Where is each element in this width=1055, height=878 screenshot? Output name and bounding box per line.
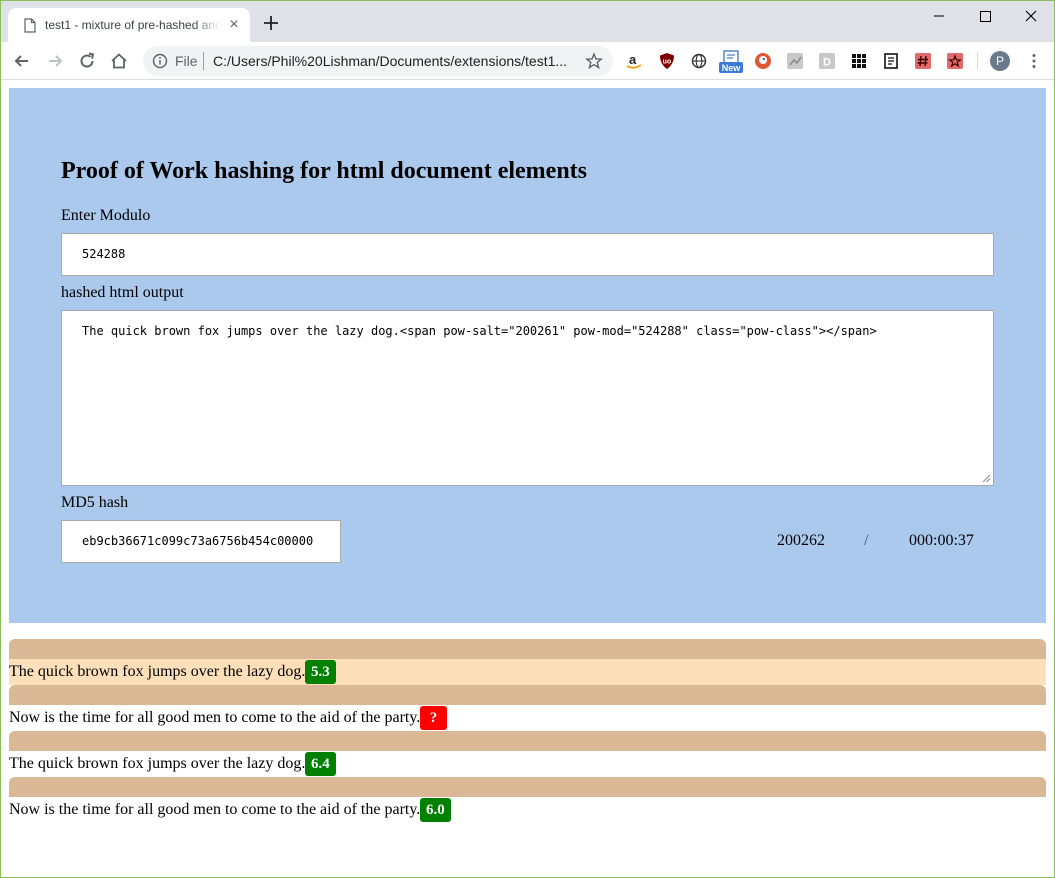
ublock-shield-icon[interactable]: uo [658, 52, 676, 70]
page-title: Proof of Work hashing for html document … [61, 158, 587, 184]
hash-counter: 200262 [777, 532, 825, 549]
divider-bar [9, 777, 1046, 797]
info-icon[interactable] [152, 53, 168, 69]
url-scheme: File [175, 53, 198, 69]
pow-panel: Proof of Work hashing for html document … [9, 88, 1046, 623]
duckduckgo-icon[interactable] [754, 52, 772, 70]
list-item: The quick brown fox jumps over the lazy … [9, 659, 1046, 685]
profile-initial: P [995, 54, 1004, 68]
row-text: Now is the time for all good men to come… [9, 801, 421, 818]
md5-hash-field[interactable]: eb9cb36671c099c73a6756b454c00000 [61, 520, 341, 563]
hashed-output-text: The quick brown fox jumps over the lazy … [82, 324, 877, 338]
tab-title: test1 - mixture of pre-hashed and [45, 18, 220, 32]
divider-bar [9, 639, 1046, 659]
tab-close-icon[interactable]: × [226, 17, 242, 33]
chart-extension-icon[interactable] [786, 52, 804, 70]
star-extension-icon[interactable] [946, 52, 964, 70]
bookmark-star-icon[interactable] [585, 52, 603, 70]
md5-label: MD5 hash [61, 494, 129, 511]
list-item: Now is the time for all good men to come… [9, 705, 1046, 731]
resize-grip-icon[interactable] [982, 474, 991, 483]
score-badge: 6.0 [420, 798, 451, 822]
home-icon[interactable] [109, 51, 129, 71]
tab-strip: test1 - mixture of pre-hashed and × [0, 0, 1055, 42]
amazon-extension-icon[interactable]: a [625, 52, 643, 70]
row-text: The quick brown fox jumps over the lazy … [9, 663, 306, 680]
row-text: The quick brown fox jumps over the lazy … [9, 755, 306, 772]
elapsed-time: 000:00:37 [909, 532, 974, 549]
hashed-output-textarea[interactable]: The quick brown fox jumps over the lazy … [61, 310, 994, 486]
profile-avatar[interactable]: P [990, 51, 1010, 71]
browser-toolbar: File C:/Users/Phil%20Lishman/Documents/e… [0, 42, 1055, 80]
reader-extension-icon[interactable] [882, 52, 900, 70]
url-separator [203, 52, 204, 70]
modulo-label: Enter Modulo [61, 207, 151, 224]
modulo-input[interactable]: 524288 [61, 233, 994, 276]
svg-text:a: a [629, 52, 637, 67]
grid-extension-icon[interactable] [850, 52, 868, 70]
list-item: The quick brown fox jumps over the lazy … [9, 751, 1046, 777]
divider-bar [9, 731, 1046, 751]
maximize-icon[interactable] [962, 5, 1008, 27]
document-icon [24, 18, 36, 33]
divider-bar [9, 685, 1046, 705]
close-window-icon[interactable] [1008, 5, 1054, 27]
stat-separator: / [864, 532, 869, 549]
svg-text:D: D [823, 57, 831, 69]
url-text[interactable]: C:/Users/Phil%20Lishman/Documents/extens… [213, 53, 583, 69]
row-text: Now is the time for all good men to come… [9, 709, 421, 726]
address-bar[interactable]: File C:/Users/Phil%20Lishman/Documents/e… [143, 46, 613, 76]
list-item: Now is the time for all good men to come… [9, 797, 1046, 823]
new-tab-icon[interactable] [262, 14, 280, 32]
reload-icon[interactable] [77, 51, 97, 71]
score-badge: 6.4 [305, 752, 336, 776]
minimize-icon[interactable] [916, 5, 962, 27]
hash-extension-icon[interactable] [914, 52, 932, 70]
forward-arrow-icon[interactable] [45, 51, 65, 71]
back-arrow-icon[interactable] [12, 51, 32, 71]
hashed-output-label: hashed html output [61, 284, 184, 301]
score-badge: ? [420, 706, 447, 730]
globe-extension-icon[interactable] [690, 52, 708, 70]
d-extension-icon[interactable]: D [818, 52, 836, 70]
toolbar-divider [977, 52, 978, 70]
kebab-menu-icon[interactable] [1025, 52, 1043, 70]
score-badge: 5.3 [305, 660, 336, 684]
svg-text:uo: uo [663, 59, 672, 66]
browser-tab[interactable]: test1 - mixture of pre-hashed and × [8, 8, 250, 42]
new-badge-label: New [721, 63, 741, 73]
